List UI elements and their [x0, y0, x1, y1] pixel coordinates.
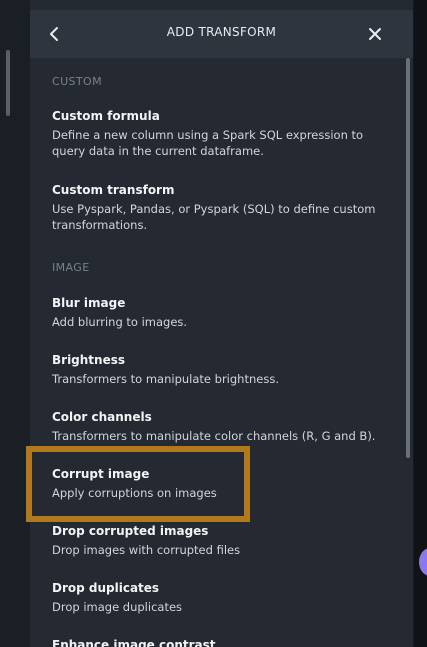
transform-item-title: Blur image [52, 296, 126, 310]
panel-header: ADD TRANSFORM [30, 10, 413, 58]
transform-item-description: Apply corruptions on images [52, 486, 217, 500]
transform-item-drop-corrupted-images[interactable]: Drop corrupted images Drop images with c… [52, 523, 392, 558]
transform-item-title: Custom formula [52, 109, 160, 123]
transform-item-custom-formula[interactable]: Custom formula Define a new column using… [52, 108, 392, 159]
close-icon[interactable] [364, 23, 386, 45]
transform-item-description: Transformers to manipulate brightness. [52, 372, 279, 386]
transform-item-corrupt-image[interactable]: Corrupt image Apply corruptions on image… [52, 466, 392, 501]
transform-item-custom-transform[interactable]: Custom transform Use Pyspark, Pandas, or… [52, 182, 392, 233]
transform-item-title: Corrupt image [52, 467, 150, 481]
add-transform-panel: ADD TRANSFORM CUSTOM Custom formula Defi… [30, 0, 413, 647]
panel-scrollbar[interactable] [406, 58, 410, 458]
left-content-area [0, 0, 30, 647]
transform-item-title: Enhance image contrast [52, 638, 216, 647]
transform-item-title: Drop corrupted images [52, 524, 209, 538]
transform-item-description: Add blurring to images. [52, 315, 188, 329]
transform-item-description: Transformers to manipulate color channel… [52, 429, 376, 443]
transform-item-drop-duplicates[interactable]: Drop duplicates Drop image duplicates [52, 580, 392, 615]
transform-item-description: Use Pyspark, Pandas, or Pyspark (SQL) to… [52, 202, 376, 232]
transform-item-title: Color channels [52, 410, 152, 424]
transform-item-description: Define a new column using a Spark SQL ex… [52, 128, 364, 158]
transform-item-description: Drop images with corrupted files [52, 543, 241, 557]
transform-item-title: Brightness [52, 353, 126, 367]
transform-item-title: Custom transform [52, 183, 175, 197]
transform-item-blur-image[interactable]: Blur image Add blurring to images. [52, 295, 392, 330]
section-heading-custom: CUSTOM [52, 75, 102, 88]
chevron-left-icon[interactable] [44, 22, 64, 46]
transform-item-enhance-image-contrast[interactable]: Enhance image contrast [52, 637, 392, 647]
transform-item-title: Drop duplicates [52, 581, 160, 595]
section-heading-image: IMAGE [52, 261, 90, 274]
panel-title: ADD TRANSFORM [166, 25, 277, 39]
transform-item-color-channels[interactable]: Color channels Transformers to manipulat… [52, 409, 392, 444]
left-scrollbar[interactable] [6, 50, 10, 116]
transform-item-brightness[interactable]: Brightness Transformers to manipulate br… [52, 352, 392, 387]
transform-item-description: Drop image duplicates [52, 600, 183, 614]
